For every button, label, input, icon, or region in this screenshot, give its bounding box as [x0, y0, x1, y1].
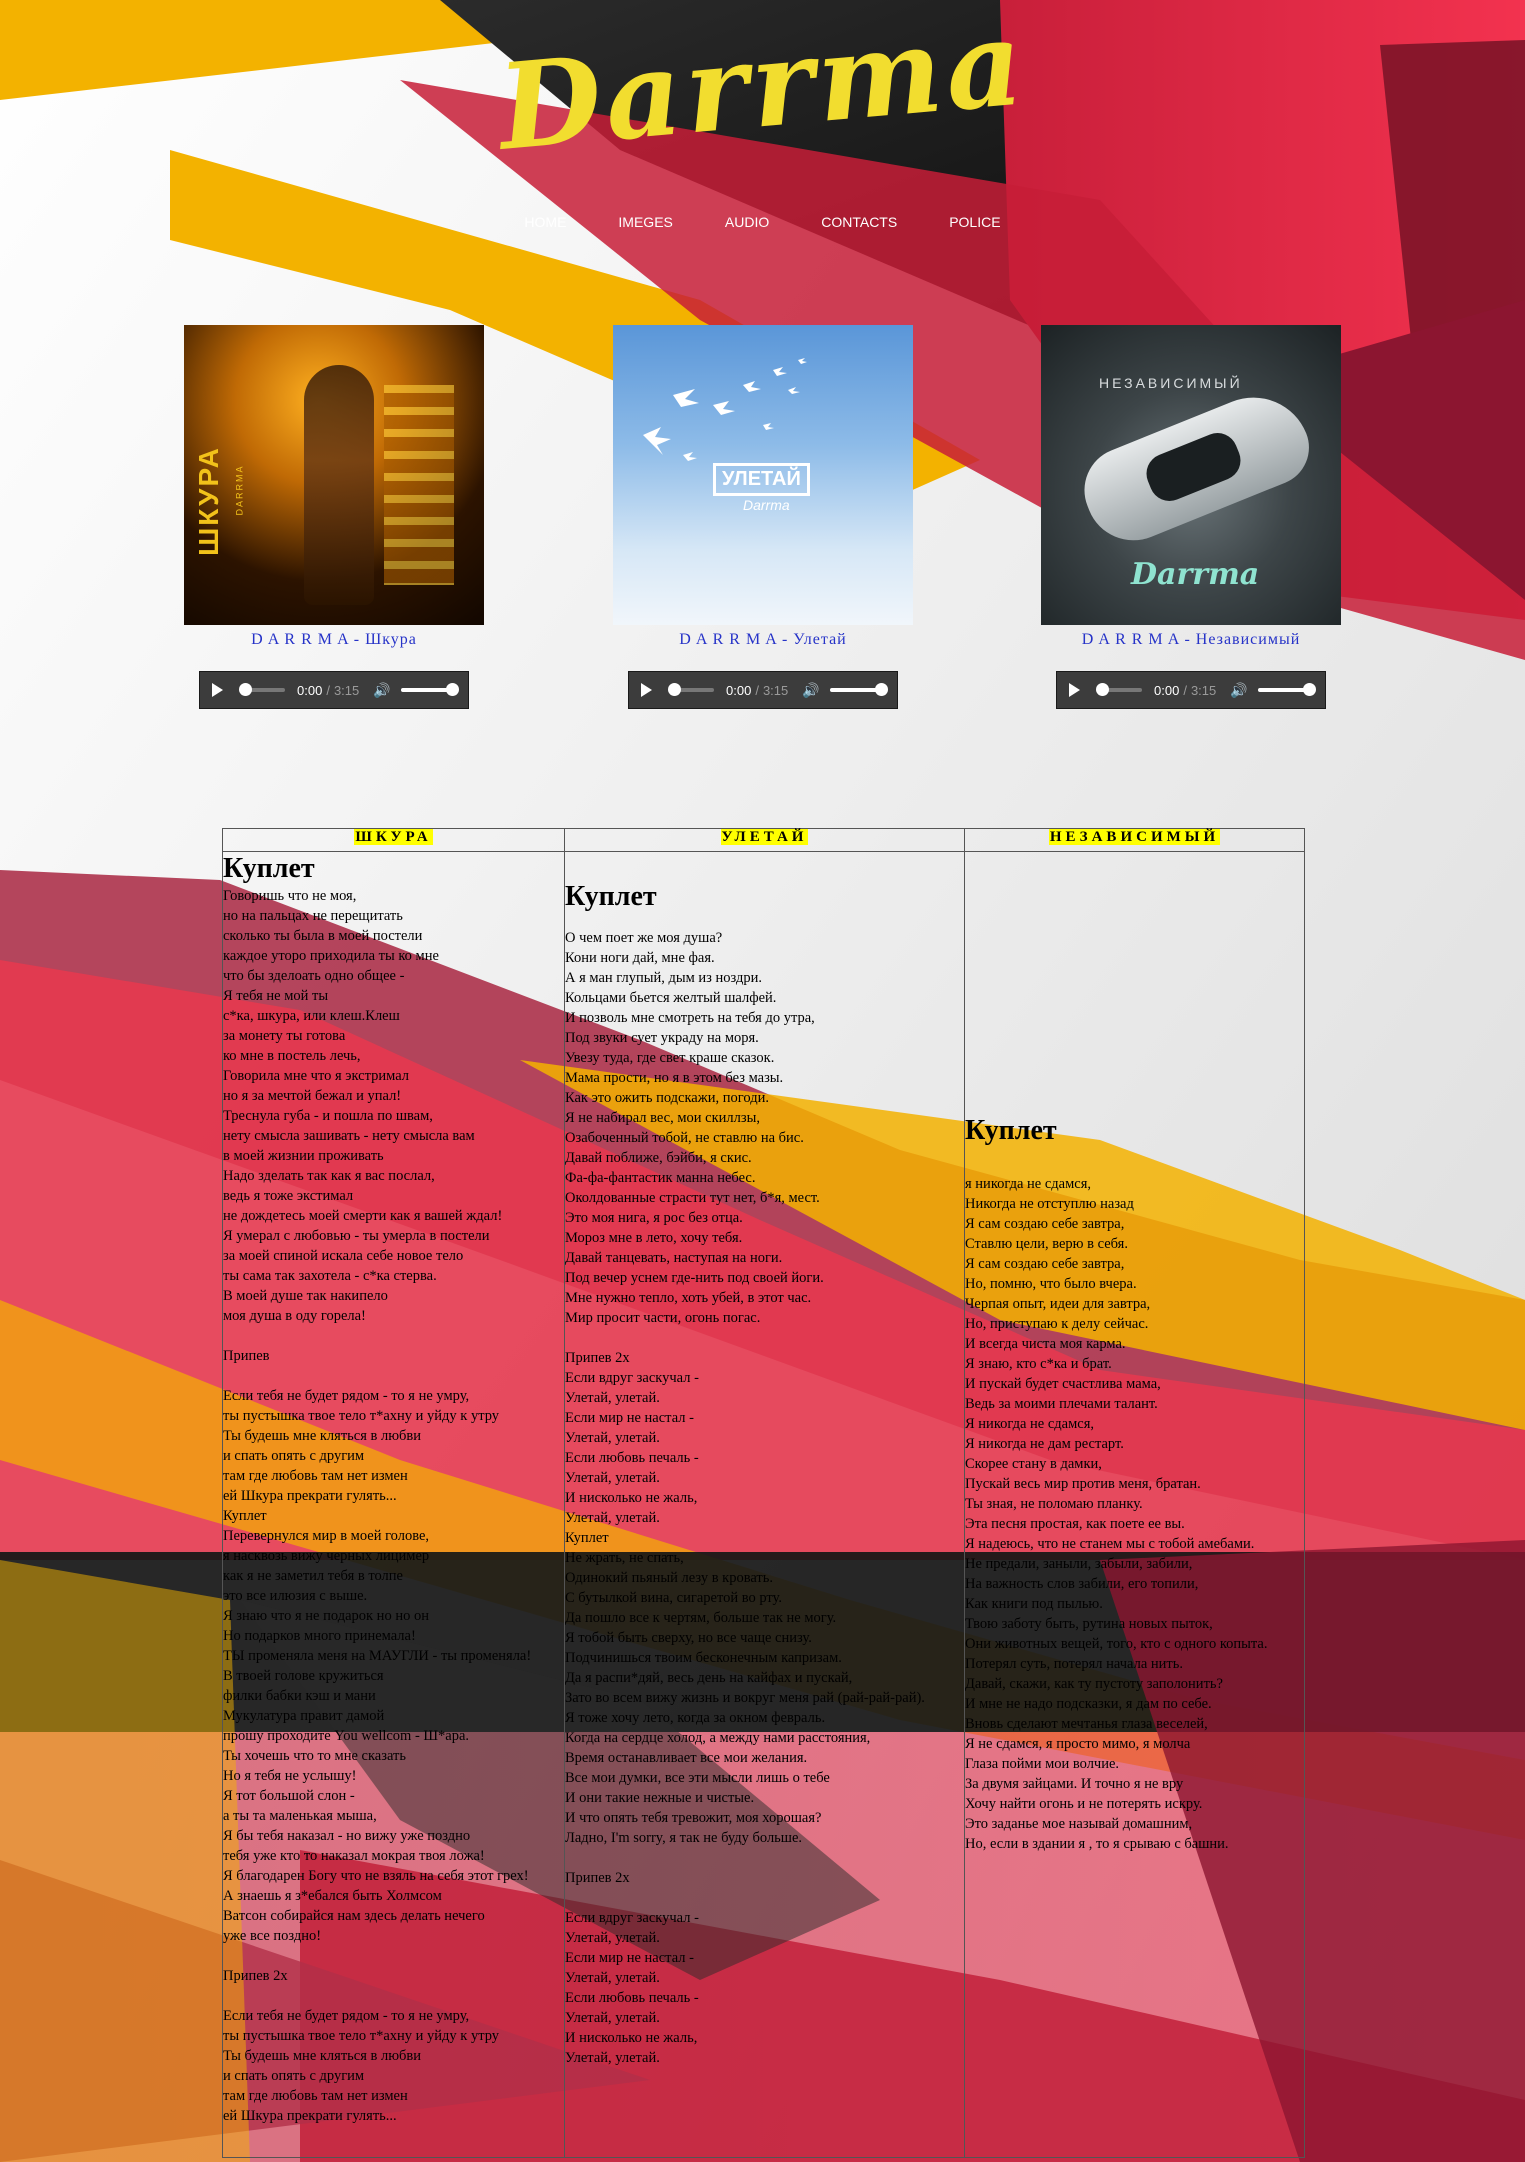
track-link-shkura[interactable]: D A R R M A - Шкура — [184, 631, 484, 649]
album-cover-uletay[interactable]: УЛЕТАЙ Darrma — [613, 325, 913, 625]
cover-artist-uletay: Darrma — [743, 497, 790, 513]
time-duration: 3:15 — [762, 682, 789, 698]
time-current: 0:00 — [726, 682, 752, 698]
album-uletay: УЛЕТАЙ Darrma D A R R M A - Улетай 0:00 … — [613, 325, 913, 709]
nav-police[interactable]: POLICE — [949, 214, 1000, 230]
cover-figure — [304, 365, 374, 605]
nav-contacts[interactable]: CONTACTS — [821, 214, 897, 230]
volume-slider[interactable] — [829, 683, 889, 696]
album-cover-shkura[interactable]: ШКУРА DARRMA — [184, 325, 484, 625]
time-separator: / — [326, 682, 330, 698]
volume-slider[interactable] — [1257, 683, 1317, 696]
audio-player-shkura[interactable]: 0:00 / 3:15 🔊 — [199, 671, 469, 709]
play-icon[interactable] — [212, 683, 223, 697]
album-shkura: ШКУРА DARRMA D A R R M A - Шкура 0:00 / … — [184, 325, 484, 709]
cover-artist-nezavisimy: Darrma — [1131, 557, 1260, 592]
nav-home[interactable]: HOME — [524, 214, 566, 230]
time-separator: / — [1183, 682, 1187, 698]
volume-icon[interactable]: 🔊 — [802, 682, 819, 699]
volume-slider[interactable] — [400, 683, 460, 696]
cover-title-uletay: УЛЕТАЙ — [713, 463, 810, 496]
lyrics-text-nezavisimy: я никогда не сдамся, Никогда не отступлю… — [965, 1176, 1268, 1852]
verse-heading: Куплет — [223, 853, 315, 884]
play-icon[interactable] — [1069, 683, 1080, 697]
lyrics-cell-uletay: Куплет О чем поет же моя душа? Кони ноги… — [564, 851, 965, 2158]
lyrics-header-uletay: УЛЕТАЙ — [564, 828, 965, 852]
lyrics-text-uletay: О чем поет же моя душа? Кони ноги дай, м… — [565, 930, 925, 2066]
lyrics-cell-shkura: Куплет Говоришь что не моя, но на пальца… — [222, 851, 565, 2158]
lyrics-header-row: ШКУРА УЛЕТАЙ НЕЗАВИСИМЫЙ — [222, 828, 1305, 852]
time-current: 0:00 — [1154, 682, 1180, 698]
time-duration: 3:15 — [333, 682, 360, 698]
time-duration: 3:15 — [1190, 682, 1217, 698]
album-cover-nezavisimy[interactable]: НЕЗАВИСИМЫЙ Darrma — [1041, 325, 1341, 625]
verse-heading: Куплет — [965, 1115, 1057, 1146]
track-link-uletay[interactable]: D A R R M A - Улетай — [613, 631, 913, 649]
cover-title-shkura: ШКУРА — [192, 446, 224, 556]
audio-player-uletay[interactable]: 0:00 / 3:15 🔊 — [628, 671, 898, 709]
lyrics-cell-nezavisimy: Куплет я никогда не сдамся, Никогда не о… — [964, 851, 1305, 2158]
time-current: 0:00 — [297, 682, 323, 698]
cover-artist-shkura: DARRMA — [234, 464, 245, 516]
cover-lights — [384, 385, 454, 585]
volume-icon[interactable]: 🔊 — [373, 682, 390, 699]
lyrics-header-shkura: ШКУРА — [222, 828, 565, 852]
nav-images[interactable]: IMEGES — [618, 214, 672, 230]
progress-bar[interactable] — [1096, 683, 1142, 696]
cover-title-nezavisimy: НЕЗАВИСИМЫЙ — [1099, 375, 1243, 391]
lyrics-table: ШКУРА УЛЕТАЙ НЕЗАВИСИМЫЙ Куплет Говоришь… — [222, 828, 1305, 2158]
verse-heading: Куплет — [565, 881, 657, 912]
nav-audio[interactable]: AUDIO — [725, 214, 769, 230]
lyrics-body-row: Куплет Говоришь что не моя, но на пальца… — [222, 851, 1305, 2158]
time-separator: / — [755, 682, 759, 698]
volume-icon[interactable]: 🔊 — [1230, 682, 1247, 699]
album-nezavisimy: НЕЗАВИСИМЫЙ Darrma D A R R M A - Независ… — [1041, 325, 1341, 709]
progress-bar[interactable] — [239, 683, 285, 696]
lyrics-header-nezavisimy: НЕЗАВИСИМЫЙ — [964, 828, 1305, 852]
audio-player-nezavisimy[interactable]: 0:00 / 3:15 🔊 — [1056, 671, 1326, 709]
lyrics-text-shkura: Говоришь что не моя, но на пальцах не пе… — [223, 888, 532, 2124]
play-icon[interactable] — [641, 683, 652, 697]
track-link-nezavisimy[interactable]: D A R R M A - Независимый — [1041, 631, 1341, 649]
progress-bar[interactable] — [668, 683, 714, 696]
main-nav: HOME IMEGES AUDIO CONTACTS POLICE — [0, 214, 1525, 232]
